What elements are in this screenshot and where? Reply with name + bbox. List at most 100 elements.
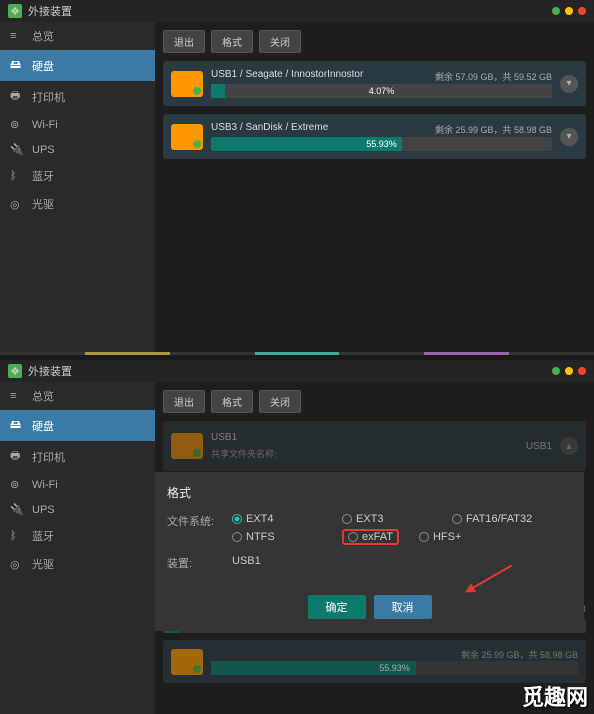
sidebar-item-ups[interactable]: 🔌UPS — [0, 497, 155, 522]
expand-button[interactable]: ▾ — [560, 128, 578, 146]
radio-icon — [232, 514, 242, 524]
dot-max[interactable] — [565, 7, 573, 15]
device-label: 装置: — [167, 555, 232, 571]
fs-label: 文件系统: — [167, 513, 232, 545]
usb-drive-icon — [171, 649, 203, 675]
device-value: USB1 — [232, 555, 261, 571]
sidebar-item-printer[interactable]: 🖶打印机 — [0, 441, 155, 472]
sidebar-item-wifi[interactable]: ⊚Wi-Fi — [0, 472, 155, 497]
window-controls — [552, 7, 586, 15]
disk-card-1[interactable]: USB1 / Seagate / InnostorInnostor 剩余 57.… — [163, 61, 586, 106]
usb-drive-icon — [171, 71, 203, 97]
modal-title: 格式 — [167, 484, 572, 501]
sidebar-item-printer[interactable]: 🖶打印机 — [0, 81, 155, 112]
bluetooth-icon: ᛒ — [10, 530, 24, 542]
window-2: ❖ 外接装置 ≡总览 🖴硬盘 🖶打印机 ⊚Wi-Fi 🔌UPS ᛒ蓝牙 ◎光驱 … — [0, 360, 594, 714]
printer-icon: 🖶 — [10, 87, 24, 106]
radio-icon — [232, 532, 242, 542]
disk-info: USB1 / Seagate / InnostorInnostor 剩余 57.… — [211, 69, 552, 98]
sidebar-item-overview[interactable]: ≡总览 — [0, 382, 155, 410]
disk-card-2[interactable]: USB3 / SanDisk / Extreme 剩余 25.99 GB，共 5… — [163, 114, 586, 159]
sidebar-item-bluetooth[interactable]: ᛒ蓝牙 — [0, 522, 155, 550]
divider — [0, 352, 594, 355]
window-controls — [552, 367, 586, 375]
app-icon: ❖ — [8, 364, 22, 378]
window-1: ❖ 外接装置 ≡总览 🖴硬盘 🖶打印机 ⊚Wi-Fi 🔌UPS ᛒ蓝牙 ◎光驱 … — [0, 0, 594, 355]
disk-card-bg: USB1 共享文件夹名称: USB1 ▴ — [163, 421, 586, 471]
app-icon: ❖ — [8, 4, 22, 18]
radio-icon — [419, 532, 429, 542]
behind-disk-card: 剩余 25.99 GB，共 58.98 GB 55.93% — [163, 640, 586, 683]
format-button[interactable]: 格式 — [211, 390, 253, 413]
dot-min[interactable] — [552, 7, 560, 15]
wifi-icon: ⊚ — [10, 478, 24, 491]
eject-button[interactable]: 退出 — [163, 390, 205, 413]
optical-icon: ◎ — [10, 558, 24, 571]
usb-drive-icon — [171, 124, 203, 150]
progress-text: 4.07% — [211, 84, 552, 98]
ups-icon: 🔌 — [10, 143, 24, 156]
sidebar-item-bluetooth[interactable]: ᛒ蓝牙 — [0, 162, 155, 190]
sidebar: ≡总览 🖴硬盘 🖶打印机 ⊚Wi-Fi 🔌UPS ᛒ蓝牙 ◎光驱 — [0, 382, 155, 714]
sidebar-item-wifi[interactable]: ⊚Wi-Fi — [0, 112, 155, 137]
app-title: 外接装置 — [28, 3, 72, 19]
radio-ntfs[interactable]: NTFS — [232, 529, 322, 545]
sidebar-item-optical[interactable]: ◎光驱 — [0, 550, 155, 578]
disk-info: USB3 / SanDisk / Extreme 剩余 25.99 GB，共 5… — [211, 122, 552, 151]
titlebar: ❖ 外接装置 — [0, 0, 594, 22]
radio-exfat[interactable]: exFAT — [348, 531, 393, 543]
toolbar: 退出 格式 关闭 — [163, 390, 586, 413]
fs-options: EXT4 EXT3 FAT16/FAT32 NTFS exFAT HFS+ — [232, 513, 572, 545]
format-modal: 格式 文件系统: EXT4 EXT3 FAT16/FAT32 NTFS exFA… — [155, 472, 584, 631]
titlebar: ❖ 外接装置 — [0, 360, 594, 382]
printer-icon: 🖶 — [10, 447, 24, 466]
content-area: 退出 格式 关闭 USB1 / Seagate / InnostorInnost… — [155, 22, 594, 355]
expand-button[interactable]: ▾ — [560, 75, 578, 93]
content-area: 退出 格式 关闭 USB1 共享文件夹名称: USB1 ▴ 可用 57.09 G… — [155, 382, 594, 714]
overview-icon: ≡ — [10, 390, 24, 402]
disk-space: 剩余 57.09 GB，共 59.52 GB — [435, 70, 552, 83]
radio-hfs[interactable]: HFS+ — [419, 529, 509, 545]
highlight-annotation: exFAT — [342, 529, 399, 545]
sidebar-item-disk[interactable]: 🖴硬盘 — [0, 410, 155, 441]
usb-drive-icon — [171, 433, 203, 459]
toolbar: 退出 格式 关闭 — [163, 30, 586, 53]
disk-icon: 🖴 — [10, 416, 24, 435]
disk-space: 剩余 25.99 GB，共 58.98 GB — [435, 123, 552, 136]
ups-icon: 🔌 — [10, 503, 24, 516]
radio-icon — [452, 514, 462, 524]
optical-icon: ◎ — [10, 198, 24, 211]
sidebar-item-disk[interactable]: 🖴硬盘 — [0, 50, 155, 81]
modal-buttons: 确定 取消 — [167, 595, 572, 619]
progress-text: 55.93% — [211, 137, 552, 151]
behind-content: USB1 共享文件夹名称: USB1 ▴ — [163, 421, 586, 471]
disk-title: USB3 / SanDisk / Extreme — [211, 122, 328, 133]
radio-fat[interactable]: FAT16/FAT32 — [452, 513, 542, 525]
radio-ext3[interactable]: EXT3 — [342, 513, 432, 525]
disk-title: USB1 / Seagate / InnostorInnostor — [211, 69, 363, 80]
dot-close[interactable] — [578, 367, 586, 375]
dot-min[interactable] — [552, 367, 560, 375]
bluetooth-icon: ᛒ — [10, 170, 24, 182]
dot-max[interactable] — [565, 367, 573, 375]
radio-icon — [348, 532, 358, 542]
sidebar-item-optical[interactable]: ◎光驱 — [0, 190, 155, 218]
dot-close[interactable] — [578, 7, 586, 15]
sidebar-item-ups[interactable]: 🔌UPS — [0, 137, 155, 162]
radio-ext4[interactable]: EXT4 — [232, 513, 322, 525]
disk-icon: 🖴 — [10, 56, 24, 75]
collapse-button[interactable]: ▴ — [560, 437, 578, 455]
app-title: 外接装置 — [28, 363, 72, 379]
close-button[interactable]: 关闭 — [259, 390, 301, 413]
eject-button[interactable]: 退出 — [163, 30, 205, 53]
sidebar: ≡总览 🖴硬盘 🖶打印机 ⊚Wi-Fi 🔌UPS ᛒ蓝牙 ◎光驱 — [0, 22, 155, 355]
progress-bar: 55.93% — [211, 137, 552, 151]
overview-icon: ≡ — [10, 30, 24, 42]
sidebar-item-overview[interactable]: ≡总览 — [0, 22, 155, 50]
progress-bar: 4.07% — [211, 84, 552, 98]
watermark: 觅趣网 — [522, 680, 588, 712]
cancel-button[interactable]: 取消 — [374, 595, 432, 619]
close-button[interactable]: 关闭 — [259, 30, 301, 53]
format-button[interactable]: 格式 — [211, 30, 253, 53]
ok-button[interactable]: 确定 — [308, 595, 366, 619]
